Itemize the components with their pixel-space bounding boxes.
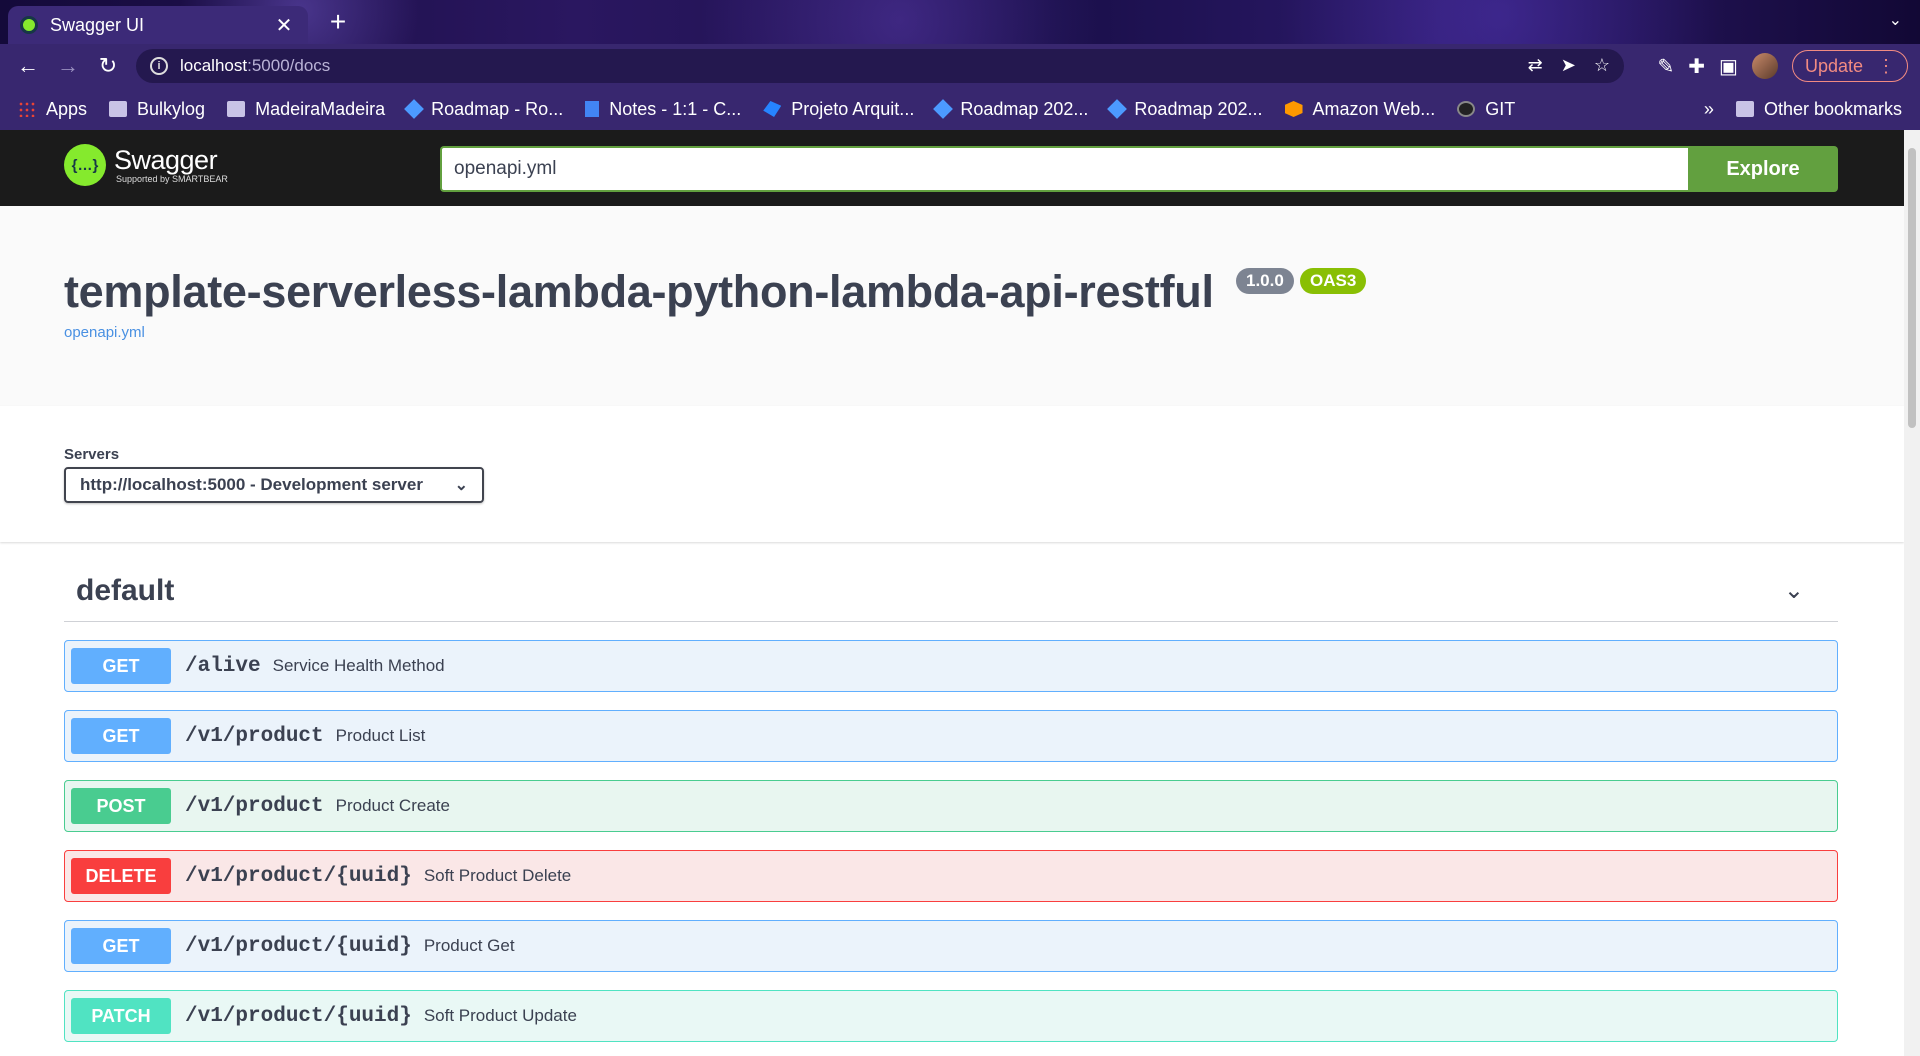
bookmark-amazon-web[interactable]: Amazon Web... [1284,99,1435,120]
profile-avatar[interactable] [1751,53,1778,79]
method-badge: POST [71,788,171,824]
side-panel-icon[interactable]: ▣ [1719,54,1738,79]
bookmark-roadmap-ro[interactable]: Roadmap - Ro... [404,99,563,120]
swagger-logo[interactable]: {…} Swagger Supported by SMARTBEAR [64,144,228,186]
folder-icon [1735,101,1754,117]
servers-select[interactable]: http://localhost:5000 - Development serv… [64,467,484,503]
bookmark-apps[interactable]: Apps [18,99,87,120]
method-badge: DELETE [71,858,171,894]
explore-button[interactable]: Explore [1688,146,1838,192]
aws-icon [1284,101,1303,117]
collapse-chevron-icon[interactable]: ⌄ [1784,576,1804,605]
operation-patch-product[interactable]: PATCH /v1/product/{uuid} Soft Product Up… [64,990,1838,1042]
address-bar[interactable]: i localhost:5000/docs ⇄ ➤ ☆ [136,49,1624,83]
tab-search-chevron-icon[interactable]: ⌄ [1889,10,1902,30]
github-icon [1457,101,1476,117]
folder-icon [109,101,128,117]
servers-selected-value: http://localhost:5000 - Development serv… [80,475,423,494]
page-scrollbar[interactable] [1904,130,1920,1056]
swagger-favicon-icon [20,16,38,34]
operation-get-product-list[interactable]: GET /v1/product Product List [64,710,1838,762]
operation-delete-product[interactable]: DELETE /v1/product/{uuid} Soft Product D… [64,850,1838,902]
swagger-braces-icon: {…} [64,144,106,186]
forward-button[interactable]: → [48,46,88,86]
bookmark-projeto-arquit[interactable]: Projeto Arquit... [763,99,914,120]
method-badge: GET [71,928,171,964]
swagger-brand-sub: Supported by SMARTBEAR [116,174,228,184]
spec-link[interactable]: openapi.yml [64,324,145,341]
bookmark-notes[interactable]: Notes - 1:1 - C... [585,99,741,120]
confluence-icon [763,101,782,117]
method-badge: GET [71,648,171,684]
operation-get-alive[interactable]: GET /alive Service Health Method [64,640,1838,692]
extensions-puzzle-icon[interactable]: ✚ [1688,54,1705,79]
kebab-menu-icon: ⋮ [1877,55,1895,76]
swagger-brand-name: Swagger [114,145,218,175]
translate-icon[interactable]: ⇄ [1528,55,1543,76]
close-tab-icon[interactable]: ✕ [272,13,296,38]
oas-badge: OAS3 [1300,268,1367,294]
tag-section-default: default ⌄ GET /alive Service Health Meth… [64,560,1838,1056]
chevron-down-icon: ⌄ [454,477,468,494]
url-host: localhost [180,56,248,75]
operation-get-product[interactable]: GET /v1/product/{uuid} Product Get [64,920,1838,972]
operation-post-product[interactable]: POST /v1/product Product Create [64,780,1838,832]
spec-url-input[interactable]: openapi.yml [440,146,1688,192]
scrollbar-thumb[interactable] [1908,148,1916,428]
tag-header[interactable]: default ⌄ [64,560,1838,622]
api-info: template-serverless-lambda-python-lambda… [0,206,1904,406]
tag-name: default [76,573,175,607]
star-bookmark-icon[interactable]: ☆ [1594,55,1610,76]
operation-summary: Soft Product Update [423,1006,577,1025]
back-button[interactable]: ← [8,46,48,86]
folder-icon [227,101,246,117]
bookmark-git[interactable]: GIT [1457,99,1515,120]
operation-path: /v1/product/{uuid} [185,864,412,888]
operation-path: /v1/product [185,794,324,818]
apps-grid-icon [18,101,36,117]
jira-icon [404,99,425,119]
tab-title: Swagger UI [50,14,145,35]
bookmark-roadmap-202-a[interactable]: Roadmap 202... [933,99,1088,120]
url-path: :5000/docs [247,56,331,75]
operation-summary: Product Create [335,796,450,815]
operation-path: /v1/product/{uuid} [185,934,412,958]
page-content: {…} Swagger Supported by SMARTBEAR opena… [0,130,1904,1056]
operation-path: /v1/product [185,724,324,748]
browser-tabstrip: Swagger UI ✕ + ⌄ [0,0,1920,44]
other-bookmarks[interactable]: Other bookmarks [1735,99,1902,120]
operation-path: /alive [185,654,261,678]
jira-icon [1107,99,1128,119]
bookmark-bulkylog[interactable]: Bulkylog [109,99,205,120]
method-badge: PATCH [71,998,171,1034]
pen-extension-icon[interactable]: ✎ [1658,54,1675,79]
update-button[interactable]: Update ⋮ [1791,50,1908,82]
operation-summary: Service Health Method [272,656,445,675]
operation-path: /v1/product/{uuid} [185,1004,412,1028]
bookmark-roadmap-202-b[interactable]: Roadmap 202... [1107,99,1263,120]
operation-summary: Soft Product Delete [423,866,572,885]
version-badge: 1.0.0 [1236,268,1294,294]
api-title: template-serverless-lambda-python-lambda… [64,266,1214,317]
reload-button[interactable]: ↻ [88,46,128,86]
browser-tab-swagger[interactable]: Swagger UI ✕ [8,6,308,44]
send-icon[interactable]: ➤ [1561,55,1576,76]
update-label: Update [1804,55,1863,76]
site-info-icon[interactable]: i [150,57,168,75]
docs-icon [585,101,600,117]
bookmark-madeiramadeira[interactable]: MadeiraMadeira [227,99,385,120]
new-tab-button[interactable]: + [324,6,352,38]
method-badge: GET [71,718,171,754]
bookmarks-overflow-button[interactable]: » [1704,99,1714,120]
browser-toolbar: ← → ↻ i localhost:5000/docs ⇄ ➤ ☆ ✎ ✚ ▣ … [0,44,1920,88]
operation-summary: Product List [335,726,426,745]
bookmarks-bar: Apps Bulkylog MadeiraMadeira Roadmap - R… [0,88,1920,130]
operation-summary: Product Get [423,936,515,955]
jira-icon [933,99,954,119]
servers-section: Servers http://localhost:5000 - Developm… [0,406,1904,542]
servers-label: Servers [64,446,120,463]
swagger-topbar: {…} Swagger Supported by SMARTBEAR opena… [0,130,1904,206]
